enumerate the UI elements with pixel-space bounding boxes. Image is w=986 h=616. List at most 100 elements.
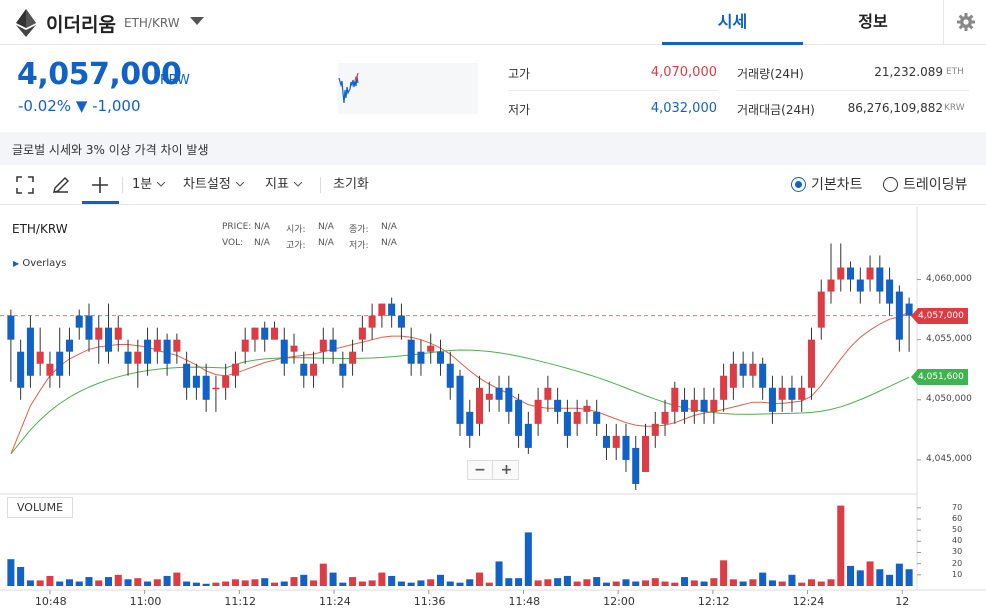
radio-basic-chart[interactable] bbox=[791, 177, 806, 192]
candle-body bbox=[768, 387, 776, 412]
candle-body bbox=[231, 363, 239, 376]
legend-low: N/A bbox=[381, 238, 397, 248]
trade-value-unit: KRW bbox=[944, 103, 965, 113]
volume-bar bbox=[690, 580, 698, 586]
price-change: -0.02% ▼ -1,000 bbox=[18, 97, 141, 115]
zoom-in-button[interactable]: + bbox=[494, 461, 519, 479]
overlays-toggle[interactable]: ▶ Overlays bbox=[13, 258, 66, 269]
volume-bar bbox=[515, 578, 523, 586]
x-tick-label: 12:12 bbox=[697, 595, 730, 608]
chart-symbol: ETH/KRW bbox=[12, 222, 68, 236]
volume-bar bbox=[339, 582, 347, 586]
x-tick-label: 11:36 bbox=[413, 595, 446, 608]
volume-bar bbox=[446, 581, 454, 586]
volume-bar bbox=[368, 580, 376, 586]
candle-body bbox=[534, 399, 542, 424]
candle-body bbox=[75, 315, 83, 328]
divider bbox=[122, 177, 123, 193]
pencil-icon[interactable] bbox=[51, 175, 71, 195]
volume-bar bbox=[85, 577, 93, 586]
zoom-controls: − + bbox=[467, 460, 519, 480]
price-chart[interactable] bbox=[0, 205, 986, 616]
crosshair-icon[interactable] bbox=[90, 175, 110, 195]
volume-bar bbox=[251, 579, 259, 586]
candle-body bbox=[895, 291, 903, 340]
indicators-menu[interactable]: 지표 bbox=[265, 165, 302, 205]
volume-bar bbox=[349, 577, 357, 586]
chart-toolbar: 1분 차트설정 지표 초기화 기본차트 트레이딩뷰 bbox=[0, 165, 986, 205]
volume-bar bbox=[485, 582, 493, 586]
candle-body bbox=[876, 267, 884, 292]
volume-bar bbox=[134, 578, 142, 586]
candle-body bbox=[397, 315, 405, 328]
candle-body bbox=[632, 447, 640, 484]
volume-bar bbox=[36, 580, 44, 586]
x-tick-label: 12:00 bbox=[603, 595, 635, 608]
reset-button[interactable]: 초기화 bbox=[333, 165, 369, 205]
tab-info[interactable]: 정보 bbox=[803, 0, 943, 45]
candle-body bbox=[300, 363, 308, 376]
candle-body bbox=[65, 339, 73, 352]
vol-tick-label: 50 bbox=[952, 525, 963, 535]
volume-unit: ETH bbox=[946, 67, 964, 77]
high-price: 4,070,000 bbox=[650, 65, 717, 80]
candle-body bbox=[778, 387, 786, 400]
vol-tick-label: 20 bbox=[952, 558, 963, 568]
zoom-out-button[interactable]: − bbox=[468, 461, 493, 479]
candle-body bbox=[515, 399, 523, 436]
volume-24h-label: 거래량(24H) bbox=[737, 67, 804, 81]
vol-tick-label: 10 bbox=[952, 569, 963, 579]
candle-body bbox=[173, 339, 181, 352]
volume-bar bbox=[524, 532, 532, 586]
volume-bar bbox=[270, 582, 279, 586]
price-unit: KRW bbox=[160, 73, 190, 88]
candle-body bbox=[817, 291, 825, 328]
legend-open: N/A bbox=[318, 222, 334, 232]
settings-button[interactable] bbox=[943, 0, 986, 45]
sparkline bbox=[338, 63, 478, 114]
legend-low-label: 저가: bbox=[349, 241, 369, 251]
volume-bar bbox=[75, 581, 83, 586]
legend-vol: N/A bbox=[254, 238, 270, 248]
chevron-down-icon[interactable] bbox=[188, 14, 206, 28]
ethereum-icon bbox=[16, 9, 36, 37]
volume-bar bbox=[163, 575, 171, 586]
volume-bar bbox=[300, 574, 308, 586]
y-tick-label: 4,060,000 bbox=[926, 273, 972, 284]
basic-chart-label[interactable]: 기본차트 bbox=[811, 165, 863, 205]
candle-body bbox=[593, 411, 601, 424]
candle-body bbox=[622, 435, 630, 460]
candle-body bbox=[456, 375, 464, 424]
volume-bar bbox=[231, 579, 239, 586]
candle-body bbox=[124, 351, 132, 364]
chart-settings-menu[interactable]: 차트설정 bbox=[183, 165, 244, 205]
x-tick-label: 12 bbox=[895, 595, 910, 608]
volume-bar bbox=[641, 580, 650, 586]
volume-bar bbox=[202, 583, 210, 586]
legend-vol-label: VOL: bbox=[222, 238, 244, 248]
volume-bar bbox=[153, 579, 161, 586]
chart-settings-label: 차트설정 bbox=[183, 177, 231, 192]
chart-area[interactable] bbox=[0, 205, 986, 616]
volume-bar bbox=[681, 577, 689, 586]
interval-label: 1분 bbox=[132, 177, 153, 192]
volume-bar bbox=[739, 581, 747, 586]
chevron-down-icon bbox=[235, 182, 244, 187]
volume-bar bbox=[192, 582, 200, 586]
y-tick-label: 4,055,000 bbox=[926, 333, 972, 344]
volume-bar bbox=[212, 582, 220, 586]
candle-body bbox=[583, 405, 591, 412]
volume-bar bbox=[807, 579, 815, 586]
fullscreen-icon[interactable] bbox=[15, 175, 35, 195]
candle-body bbox=[407, 339, 415, 364]
volume-bar bbox=[17, 567, 25, 586]
candle-body bbox=[837, 267, 845, 280]
tradingview-label[interactable]: 트레이딩뷰 bbox=[903, 165, 967, 205]
candle-body bbox=[36, 351, 44, 364]
triangle-right-icon: ▶ bbox=[13, 259, 20, 268]
interval-select[interactable]: 1분 bbox=[132, 165, 166, 205]
x-tick-label: 11:48 bbox=[508, 595, 541, 608]
divider bbox=[320, 177, 321, 193]
tab-quote[interactable]: 시세 bbox=[662, 0, 803, 45]
radio-tradingview[interactable] bbox=[883, 177, 898, 192]
